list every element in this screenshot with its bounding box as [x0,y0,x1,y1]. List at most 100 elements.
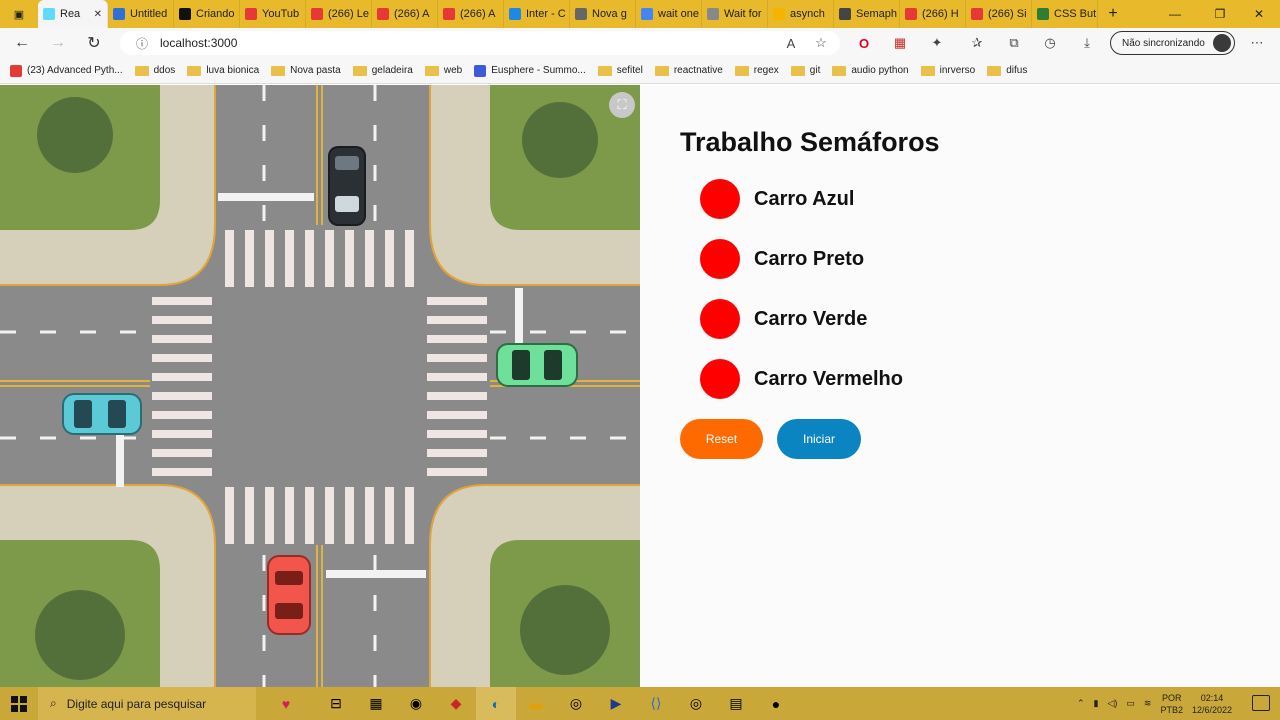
extensions-icon[interactable]: ✦ [928,34,946,52]
back-icon[interactable]: ← [4,28,40,58]
bookmark-item[interactable]: (23) Advanced Pyth... [10,64,123,77]
bookmark-item[interactable]: inrverso [920,65,975,76]
windows-start-icon[interactable] [0,687,38,720]
browser-tab[interactable]: Semaph [834,0,900,28]
url-text[interactable]: localhost:3000 [160,36,237,50]
restore-icon[interactable]: ❐ [1199,0,1241,28]
bookmark-item[interactable]: git [790,65,820,76]
wifi-icon[interactable]: ≋ [1144,698,1152,709]
bookmark-item[interactable]: web [424,65,462,76]
opera-extension-icon[interactable]: O [855,34,873,52]
minimize-icon[interactable]: — [1154,0,1196,28]
browser-tab[interactable]: wait one [636,0,702,28]
start-button[interactable]: Iniciar [777,419,861,459]
reset-button[interactable]: Reset [680,419,763,459]
battery-icon[interactable]: ▭ [1126,698,1135,709]
edge-icon[interactable]: ◐ [476,687,516,720]
bookmark-item[interactable]: ddos [134,65,175,76]
tab-close-icon[interactable]: ✕ [94,9,102,20]
browser-tab[interactable]: (266) A [372,0,438,28]
info-icon[interactable]: ⓘ [136,35,148,52]
new-tab-button[interactable]: + [1098,5,1128,23]
volume-icon[interactable]: ◁) [1107,698,1117,709]
address-bar[interactable]: ⓘ localhost:3000 [120,31,840,55]
clock[interactable]: 02:14 12/6/2022 [1192,692,1232,716]
browser-tab[interactable]: (266) Le [306,0,372,28]
chrome-icon[interactable]: ◎ [556,687,596,720]
tab-favicon-icon [377,8,389,20]
browser-tab[interactable]: Nova g [570,0,636,28]
favorites-icon[interactable]: ✰ [968,34,986,52]
store-icon[interactable]: ▦ [356,687,396,720]
tab-favicon-icon [43,8,55,20]
close-window-icon[interactable]: ✕ [1238,0,1280,28]
browser-tab[interactable]: Rea ✕ [38,0,108,28]
fullscreen-icon[interactable]: ⛶ [609,92,635,118]
browser-tab[interactable]: Criando [174,0,240,28]
tray-chevron-icon[interactable]: ⌃ [1077,698,1085,709]
browser-tab[interactable]: YouTub [240,0,306,28]
notepad-icon[interactable]: ▤ [716,687,756,720]
folder-icon [134,65,149,76]
bookmark-item[interactable]: regex [734,65,779,76]
tab-actions-icon[interactable]: ▣ [0,0,38,28]
refresh-icon[interactable]: ↻ [76,28,112,58]
profile-button[interactable]: Não sincronizando [1110,31,1235,55]
dell-icon[interactable]: ◉ [396,687,436,720]
browser-tab[interactable]: (266) A [438,0,504,28]
office-icon[interactable]: ◆ [436,687,476,720]
traffic-light-label: Carro Vermelho [754,367,903,390]
forward-icon[interactable]: → [40,28,76,58]
browser-tab[interactable]: CSS But [1032,0,1098,28]
browser-tab[interactable]: Inter - C [504,0,570,28]
obs-icon[interactable]: ● [756,687,796,720]
notification-icon[interactable] [1252,695,1270,711]
address-row: ← → ↻ ⓘ localhost:3000 A ☆ O ▦ ✦ ✰ ⧉ ◷ ⤓… [0,28,1280,58]
downloads-icon[interactable]: ⤓ [1078,34,1096,52]
history-icon[interactable]: ◷ [1041,34,1059,52]
taskbar-search[interactable]: ⌕ Digite aqui para pesquisar [38,687,256,720]
file-explorer-icon[interactable]: ▬ [516,687,556,720]
bookmark-item[interactable]: sefitel [597,65,643,76]
search-highlight-icon: ♥ [281,695,291,712]
search-icon: ⌕ [50,696,57,710]
more-menu-icon[interactable]: ⋯ [1248,34,1266,52]
bookmark-item[interactable]: reactnative [654,65,723,76]
folder-icon [187,65,202,76]
tab-label: Nova g [592,8,627,20]
chrome-profile-icon[interactable]: ◎ [676,687,716,720]
windows-taskbar: ⌕ Digite aqui para pesquisar ♥ ⊟ ▦ ◉ ◆ ◐… [0,687,1280,720]
task-view-icon[interactable]: ⊟ [316,687,356,720]
bookmark-item[interactable]: audio python [832,65,909,76]
collections-icon[interactable]: ⧉ [1005,34,1023,52]
bookmark-item[interactable]: Nova pasta [271,65,341,76]
site-icon [474,64,487,77]
tab-label: wait one [658,8,699,20]
tab-favicon-icon [773,8,785,20]
powershell-icon[interactable]: ▶ [596,687,636,720]
read-aloud-icon[interactable]: A [782,34,800,52]
bookmark-item[interactable]: Eusphere - Summo... [474,64,586,77]
tab-label: Inter - C [526,8,566,20]
bookmark-item[interactable]: luva bionica [187,65,259,76]
browser-tab[interactable]: Untitled [108,0,174,28]
favorite-star-icon[interactable]: ☆ [812,34,830,52]
keyboard-language[interactable]: POR PTB2 [1160,692,1183,716]
bookmark-item[interactable]: difus [987,65,1027,76]
vscode-icon[interactable]: ⟨⟩ [636,687,676,720]
browser-tab[interactable]: asynch [768,0,834,28]
tab-label: CSS But [1054,8,1097,20]
browser-tab[interactable]: (266) Si [966,0,1032,28]
folder-icon [597,65,612,76]
folder-icon [424,65,439,76]
mic-icon[interactable]: ▮ [1094,698,1099,709]
browser-tab[interactable]: (266) H [900,0,966,28]
intersection-map [0,85,640,687]
tab-favicon-icon [179,8,191,20]
tab-favicon-icon [839,8,851,20]
folder-icon [734,65,749,76]
browser-tab[interactable]: Wait for [702,0,768,28]
extension-icon[interactable]: ▦ [891,34,909,52]
traffic-light-row: Carro Azul [700,179,854,219]
bookmark-item[interactable]: geladeira [352,65,413,76]
